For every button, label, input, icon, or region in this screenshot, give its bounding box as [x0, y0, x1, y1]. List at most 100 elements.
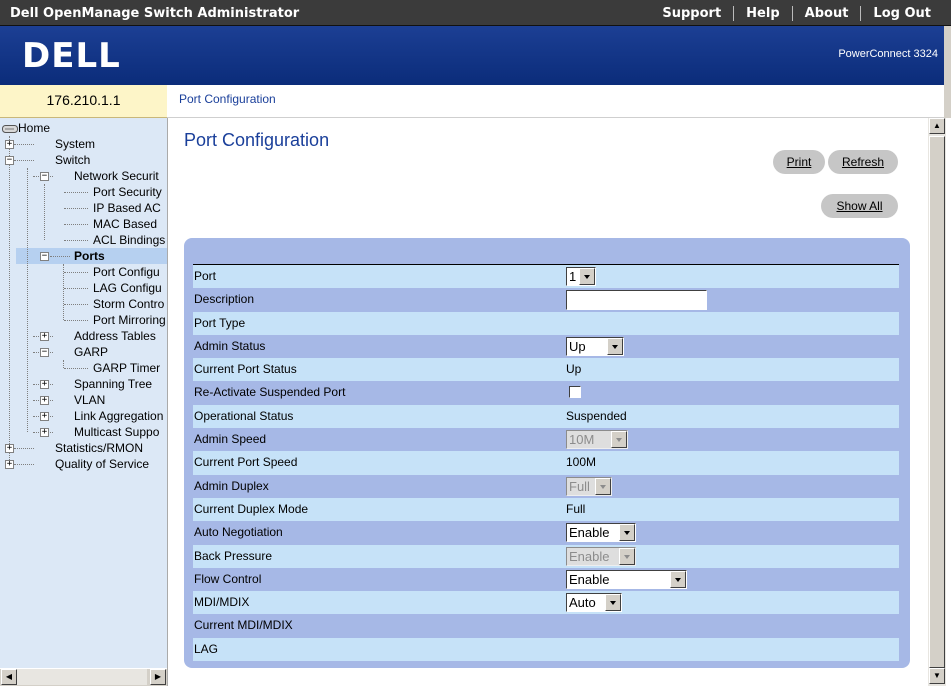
- scroll-up-icon[interactable]: ▲: [929, 118, 945, 134]
- tree-item-storm-control[interactable]: Storm Contro: [93, 296, 164, 312]
- expand-icon[interactable]: +: [40, 428, 49, 437]
- tree-item-garp[interactable]: GARP: [74, 344, 108, 360]
- form-row-current-port-status: Current Port Status Up: [193, 358, 899, 382]
- tree-item-system[interactable]: System: [55, 136, 95, 152]
- expand-icon[interactable]: +: [40, 332, 49, 341]
- lag-label: LAG: [194, 641, 219, 656]
- tree-item-home[interactable]: Home: [2, 120, 50, 136]
- tree-line: [64, 320, 88, 321]
- product-name: PowerConnect 3324: [838, 48, 938, 60]
- expand-icon[interactable]: +: [40, 412, 49, 421]
- tree-line: [64, 192, 88, 193]
- top-links: Support Help About Log Out: [650, 0, 943, 26]
- form-row-flow-control: Flow Control Enable: [193, 567, 899, 592]
- tree-item-port-configuration[interactable]: Port Configu: [93, 264, 160, 280]
- form-row-mdi-mdix: MDI/MDIX Auto: [193, 591, 899, 615]
- tree-line: [14, 464, 34, 465]
- chevron-down-icon: [619, 547, 635, 565]
- tree-item-link-aggregation[interactable]: Link Aggregation: [74, 408, 163, 424]
- collapse-icon[interactable]: −: [5, 156, 14, 165]
- tree-line: [64, 240, 88, 241]
- reactivate-checkbox[interactable]: [569, 386, 581, 399]
- current-port-speed-value: 100M: [566, 455, 597, 470]
- expand-icon[interactable]: +: [5, 444, 14, 453]
- help-link[interactable]: Help: [734, 6, 791, 21]
- chevron-down-icon[interactable]: [619, 524, 635, 542]
- admin-duplex-label: Admin Duplex: [194, 478, 269, 493]
- print-button[interactable]: Print: [773, 150, 825, 174]
- port-config-form: Port 1 Description Port Type Admin Statu…: [193, 264, 899, 662]
- chevron-down-icon[interactable]: [579, 268, 595, 285]
- tree-item-garp-timers[interactable]: GARP Timer: [93, 360, 160, 376]
- support-link[interactable]: Support: [650, 6, 733, 21]
- port-select[interactable]: 1: [566, 267, 596, 286]
- brand-bar: DELL PowerConnect 3324: [0, 26, 944, 85]
- tree-item-lag-configuration[interactable]: LAG Configu: [93, 280, 162, 296]
- form-row-auto-negotiation: Auto Negotiation Enable: [193, 521, 899, 545]
- tree-item-multicast-support[interactable]: Multicast Suppo: [74, 424, 159, 440]
- form-row-lag: LAG: [193, 637, 899, 662]
- refresh-button[interactable]: Refresh: [828, 150, 898, 174]
- main-vertical-scrollbar[interactable]: ▲ ▼: [928, 118, 946, 686]
- expand-icon[interactable]: +: [5, 460, 14, 469]
- form-row-current-mdi-mdix: Current MDI/MDIX: [193, 614, 899, 638]
- current-mdi-mdix-label: Current MDI/MDIX: [194, 618, 293, 633]
- tree-line: [64, 208, 88, 209]
- tree-item-address-tables[interactable]: Address Tables: [74, 328, 156, 344]
- show-all-button[interactable]: Show All: [821, 194, 898, 218]
- collapse-icon[interactable]: −: [40, 348, 49, 357]
- expand-icon[interactable]: +: [40, 396, 49, 405]
- scroll-right-icon[interactable]: ▶: [150, 669, 166, 685]
- form-row-port-type: Port Type: [193, 311, 899, 335]
- operational-status-value: Suspended: [566, 408, 627, 423]
- operational-status-label: Operational Status: [194, 408, 294, 423]
- tree-item-vlan[interactable]: VLAN: [74, 392, 105, 408]
- expand-icon[interactable]: +: [5, 140, 14, 149]
- logout-link[interactable]: Log Out: [861, 6, 943, 21]
- tree-item-port-security[interactable]: Port Security: [93, 184, 162, 200]
- tree-item-mac-based-acl[interactable]: MAC Based: [93, 216, 157, 232]
- form-row-description: Description: [193, 288, 899, 312]
- chevron-down-icon[interactable]: [670, 570, 686, 588]
- scroll-left-icon[interactable]: ◀: [1, 669, 17, 685]
- tree-item-quality-of-service[interactable]: Quality of Service: [55, 456, 149, 472]
- tree-line: [27, 168, 28, 432]
- tree-item-ip-based-acl[interactable]: IP Based AC: [93, 200, 161, 216]
- tree-item-port-mirroring[interactable]: Port Mirroring: [93, 312, 166, 328]
- form-row-admin-duplex: Admin Duplex Full: [193, 474, 899, 498]
- scroll-thumb[interactable]: [929, 136, 945, 668]
- tree-item-ports[interactable]: Ports: [74, 248, 105, 264]
- expand-icon[interactable]: +: [40, 380, 49, 389]
- current-port-speed-label: Current Port Speed: [194, 455, 298, 470]
- scroll-down-icon[interactable]: ▼: [929, 668, 945, 684]
- tree-item-acl-bindings[interactable]: ACL Bindings: [93, 232, 165, 248]
- form-row-current-duplex: Current Duplex Mode Full: [193, 497, 899, 522]
- chevron-down-icon: [595, 477, 611, 495]
- back-pressure-label: Back Pressure: [194, 548, 273, 563]
- flow-control-select[interactable]: Enable: [566, 569, 687, 589]
- admin-status-select[interactable]: Up: [566, 336, 624, 356]
- scroll-track[interactable]: [17, 669, 147, 685]
- mdi-mdix-select[interactable]: Auto: [566, 593, 622, 613]
- tree-item-spanning-tree[interactable]: Spanning Tree: [74, 376, 152, 392]
- description-input[interactable]: [566, 290, 707, 311]
- tree-item-switch[interactable]: Switch: [55, 152, 90, 168]
- chevron-down-icon[interactable]: [607, 337, 623, 355]
- sidebar-horizontal-scrollbar[interactable]: ◀ ▶: [0, 668, 167, 686]
- chevron-down-icon[interactable]: [605, 594, 621, 612]
- auto-negotiation-select[interactable]: Enable: [566, 523, 636, 543]
- tree-line: [14, 160, 34, 161]
- collapse-icon[interactable]: −: [40, 252, 49, 261]
- reactivate-label: Re-Activate Suspended Port: [194, 385, 346, 400]
- mdi-mdix-label: MDI/MDIX: [194, 595, 250, 610]
- dell-logo: DELL: [22, 38, 120, 72]
- tree-line: [63, 360, 64, 368]
- about-link[interactable]: About: [793, 6, 861, 21]
- tree-item-network-security[interactable]: Network Securit: [74, 168, 159, 184]
- description-label: Description: [194, 292, 255, 307]
- collapse-icon[interactable]: −: [40, 172, 49, 181]
- tree-item-statistics-rmon[interactable]: Statistics/RMON: [55, 440, 143, 456]
- breadcrumb-current[interactable]: Port Configuration: [179, 92, 276, 106]
- current-duplex-label: Current Duplex Mode: [194, 501, 309, 516]
- breadcrumb: Port Configuration: [167, 85, 944, 118]
